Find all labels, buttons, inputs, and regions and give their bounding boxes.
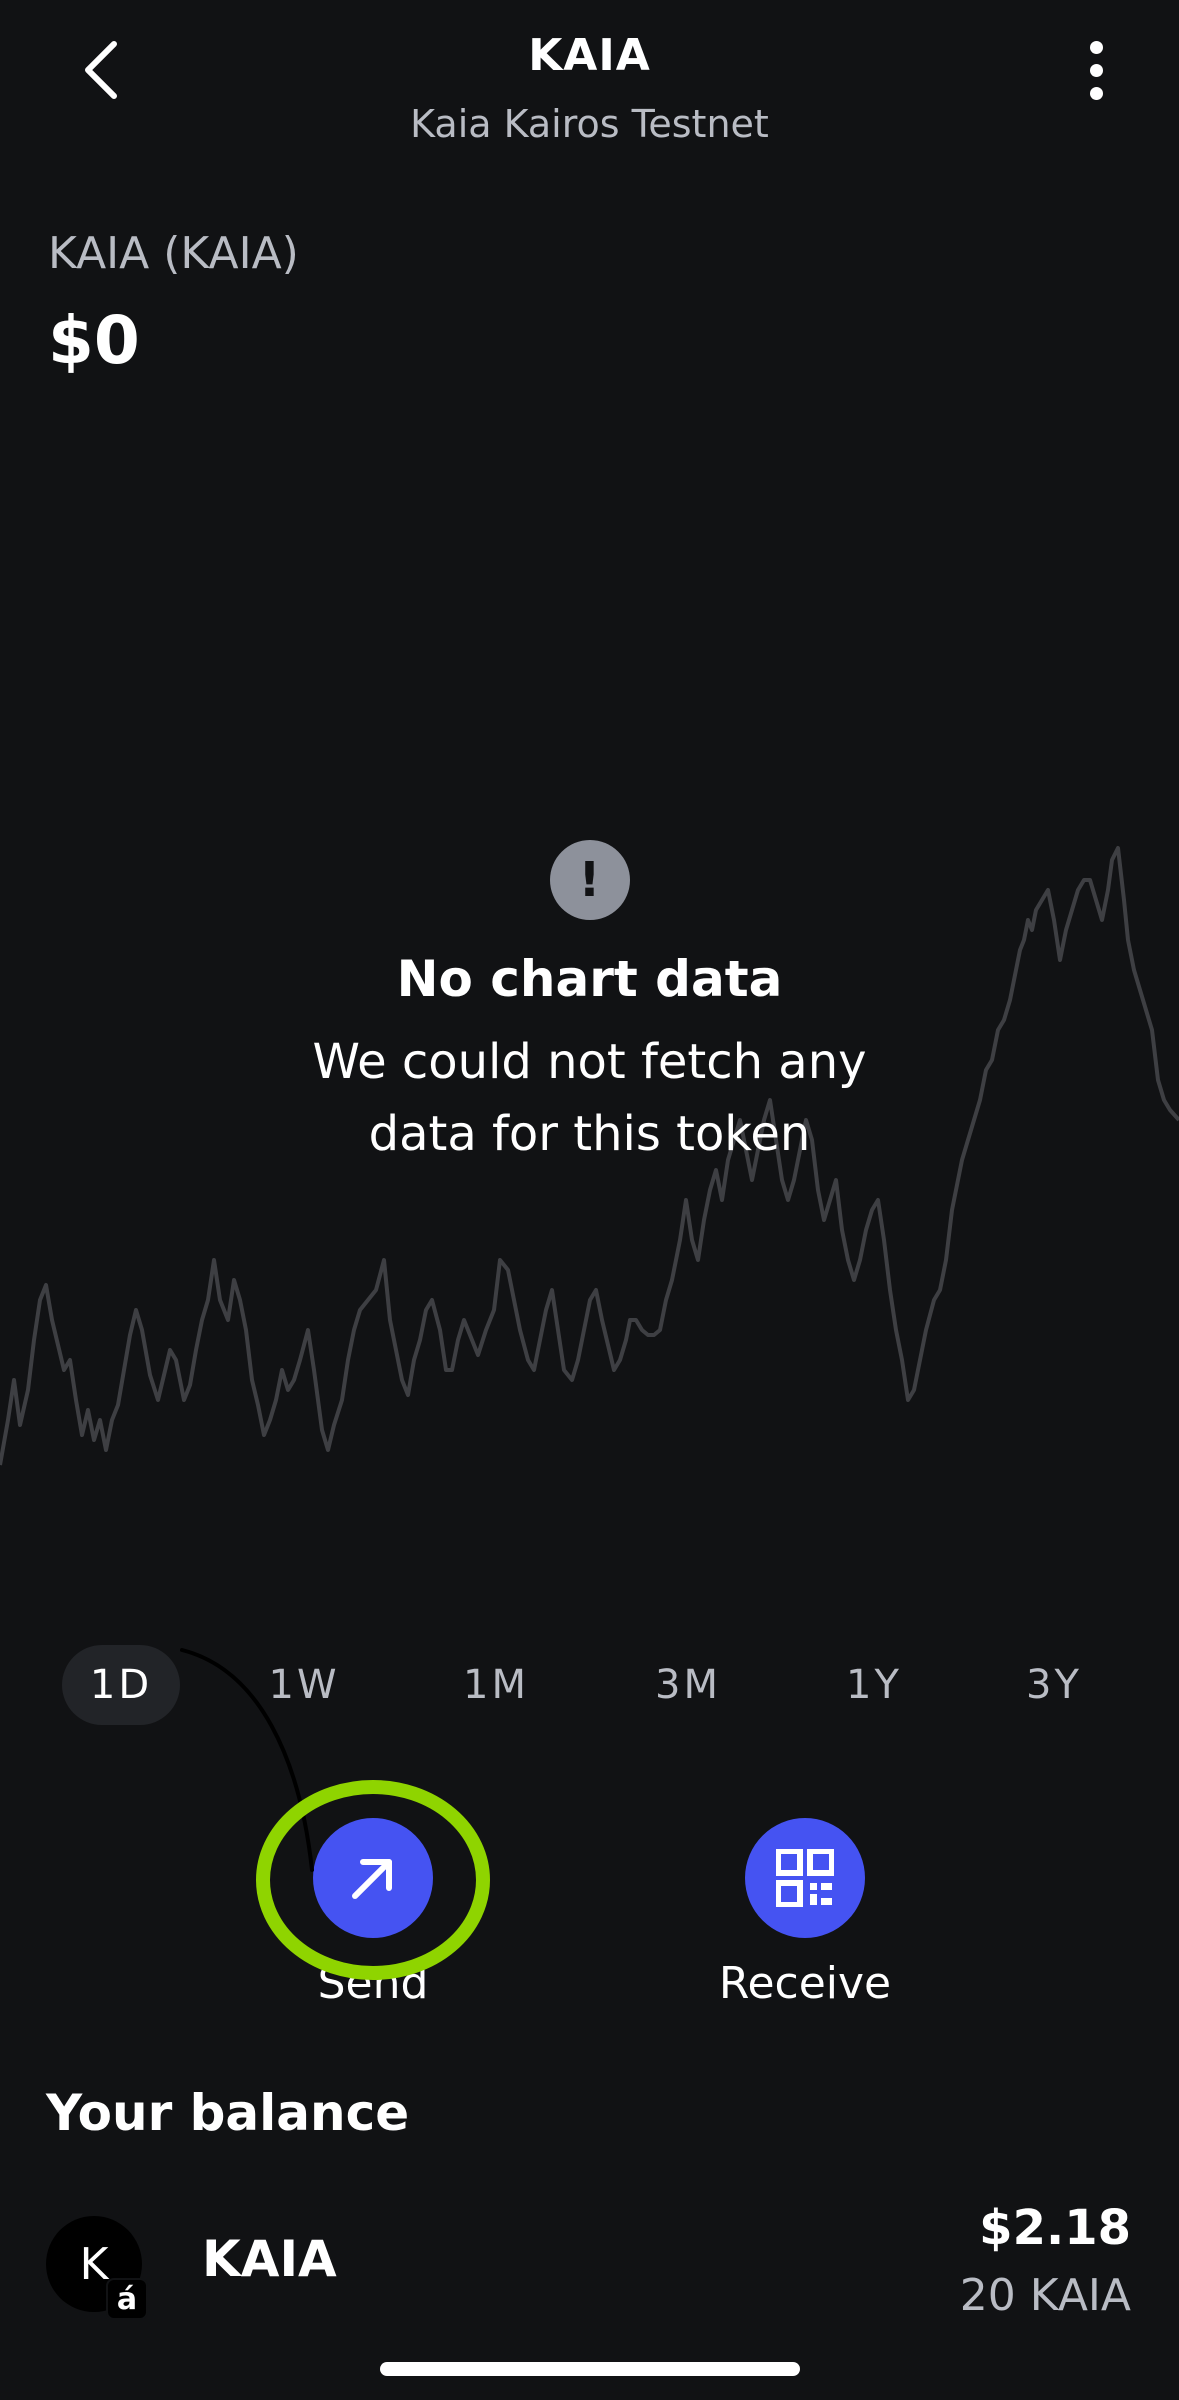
- qr-code-icon: [776, 1849, 834, 1907]
- network-badge-icon: á: [106, 2278, 148, 2320]
- asset-name: KAIA: [202, 2230, 337, 2288]
- exclamation-icon: !: [549, 840, 630, 920]
- no-data-title: No chart data: [396, 950, 783, 1008]
- no-data-message: We could not fetch any data for this tok…: [312, 1034, 867, 1162]
- no-chart-data-message: ! No chart data We could not fetch any d…: [0, 840, 1179, 1170]
- more-options-button[interactable]: [1061, 30, 1131, 110]
- time-range-tabs: 1D 1W 1M 3M 1Y 3Y: [0, 1645, 1179, 1725]
- asset-usd-value: $2.18: [979, 2200, 1131, 2256]
- send-button[interactable]: Send: [263, 1818, 483, 2009]
- balance-row-kaia[interactable]: K á KAIA $2.18 20 KAIA: [0, 2200, 1179, 2330]
- price-chart: ! No chart data We could not fetch any d…: [0, 500, 1179, 1550]
- network-subtitle: Kaia Kairos Testnet: [410, 102, 769, 146]
- more-vertical-icon: [1089, 40, 1103, 54]
- tab-1d[interactable]: 1D: [62, 1645, 180, 1725]
- home-indicator: [380, 2362, 800, 2376]
- token-detail-screen: KAIA Kaia Kairos Testnet KAIA (KAIA) $0 …: [0, 0, 1179, 2400]
- your-balance-heading: Your balance: [46, 2084, 410, 2142]
- receive-button[interactable]: Receive: [695, 1818, 915, 2009]
- token-value: $0: [48, 302, 140, 379]
- tab-1y[interactable]: 1Y: [814, 1645, 934, 1725]
- send-label: Send: [317, 1958, 429, 2009]
- token-name: KAIA (KAIA): [48, 228, 299, 279]
- tab-3m[interactable]: 3M: [628, 1645, 748, 1725]
- arrow-up-right-icon: [352, 1859, 392, 1899]
- tab-3y[interactable]: 3Y: [994, 1645, 1114, 1725]
- tab-1m[interactable]: 1M: [436, 1645, 556, 1725]
- asset-amount: 20 KAIA: [959, 2270, 1131, 2321]
- page-title: KAIA: [528, 30, 651, 81]
- receive-label: Receive: [718, 1958, 892, 2009]
- tab-1w[interactable]: 1W: [244, 1645, 364, 1725]
